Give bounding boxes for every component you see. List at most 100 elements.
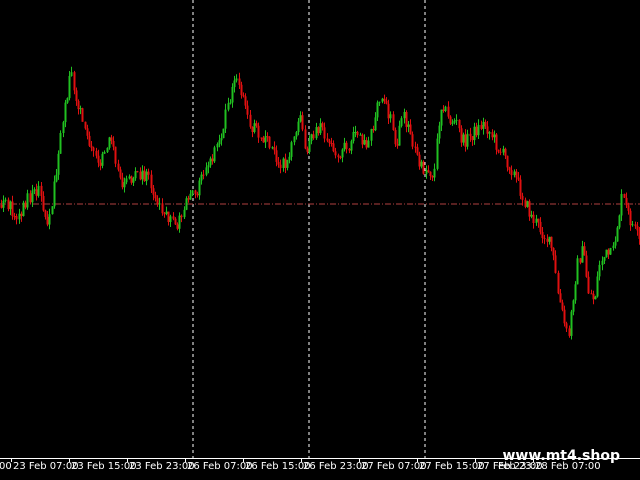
- candle-body: [372, 129, 375, 131]
- candle-body: [312, 134, 315, 139]
- chart-window[interactable]: 00 23 Feb 07:00 23 Feb 15:00 23 Feb 23:00 26…: [0, 0, 640, 480]
- candle: [495, 133, 498, 155]
- candle: [579, 257, 582, 265]
- candle-body: [275, 150, 278, 162]
- candle-body: [70, 72, 73, 76]
- candle: [431, 175, 434, 181]
- candle-body: [178, 215, 181, 229]
- candle: [187, 195, 190, 203]
- candle-body: [548, 236, 551, 242]
- candle-body: [442, 109, 445, 111]
- candle-body: [86, 128, 89, 136]
- candle: [26, 189, 29, 210]
- candle: [471, 136, 474, 146]
- candle-body: [323, 127, 326, 139]
- candle: [286, 159, 289, 171]
- candle-body: [383, 98, 386, 101]
- candle-body: [499, 151, 502, 153]
- candle-body: [106, 147, 109, 153]
- candle: [62, 120, 65, 138]
- candle-body: [315, 127, 318, 139]
- candle-body: [310, 134, 313, 141]
- candle: [345, 140, 348, 154]
- price-chart[interactable]: [0, 0, 640, 480]
- candle-body: [636, 226, 639, 231]
- candle: [506, 155, 509, 172]
- candle-body: [504, 148, 507, 156]
- candle: [510, 165, 513, 180]
- candle-body: [350, 141, 353, 151]
- candle: [167, 211, 170, 226]
- candle: [394, 127, 397, 147]
- candle-body: [367, 140, 370, 148]
- candle-body: [57, 153, 60, 175]
- candle-body: [471, 136, 474, 141]
- candle: [136, 170, 139, 173]
- candle-body: [222, 128, 225, 139]
- candle-body: [506, 155, 509, 168]
- candle: [95, 147, 98, 159]
- candle: [449, 115, 452, 125]
- candle-body: [95, 150, 98, 156]
- candle-body: [484, 121, 487, 127]
- candle: [530, 210, 533, 219]
- candle-body: [2, 200, 5, 208]
- candle-body: [35, 189, 38, 196]
- candle: [561, 299, 564, 312]
- candle-body: [605, 249, 608, 258]
- candle-body: [587, 276, 590, 294]
- candle-body: [398, 125, 401, 146]
- candle-body: [389, 114, 392, 119]
- candle-body: [334, 151, 337, 156]
- candle-body: [128, 176, 131, 179]
- candle: [189, 190, 192, 200]
- candle-body: [460, 128, 463, 143]
- candle-body: [301, 115, 304, 130]
- candle: [598, 260, 601, 281]
- candle: [539, 217, 542, 235]
- candle: [301, 111, 304, 132]
- candle-body: [136, 171, 139, 173]
- candle-body: [235, 78, 238, 81]
- candle: [246, 100, 249, 119]
- candle: [526, 200, 529, 208]
- candle-body: [37, 185, 40, 196]
- candle-body: [24, 202, 27, 208]
- candle: [420, 159, 423, 169]
- candle-body: [526, 201, 529, 207]
- candle: [563, 305, 566, 327]
- candle-body: [508, 167, 511, 171]
- candle-body: [172, 216, 175, 219]
- candle-body: [473, 126, 476, 141]
- candle-body: [528, 201, 531, 217]
- candle-body: [73, 72, 76, 91]
- candle-body: [88, 135, 91, 146]
- candle: [101, 151, 104, 169]
- candle: [625, 192, 628, 208]
- candle: [130, 175, 133, 185]
- candle-body: [326, 138, 329, 141]
- candle: [524, 197, 527, 209]
- candle-body: [563, 309, 566, 324]
- candle: [178, 212, 181, 233]
- candle-body: [592, 293, 595, 300]
- candle-body: [574, 284, 577, 301]
- candle: [123, 177, 126, 193]
- candle-body: [231, 87, 234, 103]
- candle: [376, 100, 379, 121]
- candle: [398, 120, 401, 146]
- candle-body: [521, 195, 524, 200]
- candle: [132, 176, 135, 186]
- candle: [13, 212, 16, 221]
- candle: [559, 289, 562, 303]
- candle: [554, 250, 557, 274]
- candle-body: [319, 123, 322, 134]
- candle-body: [255, 123, 258, 126]
- candle: [119, 166, 122, 180]
- candle-body: [420, 161, 423, 167]
- candle-body: [9, 201, 12, 210]
- candle: [224, 103, 227, 133]
- candle: [207, 161, 210, 174]
- candle: [631, 221, 634, 227]
- candle: [279, 159, 282, 174]
